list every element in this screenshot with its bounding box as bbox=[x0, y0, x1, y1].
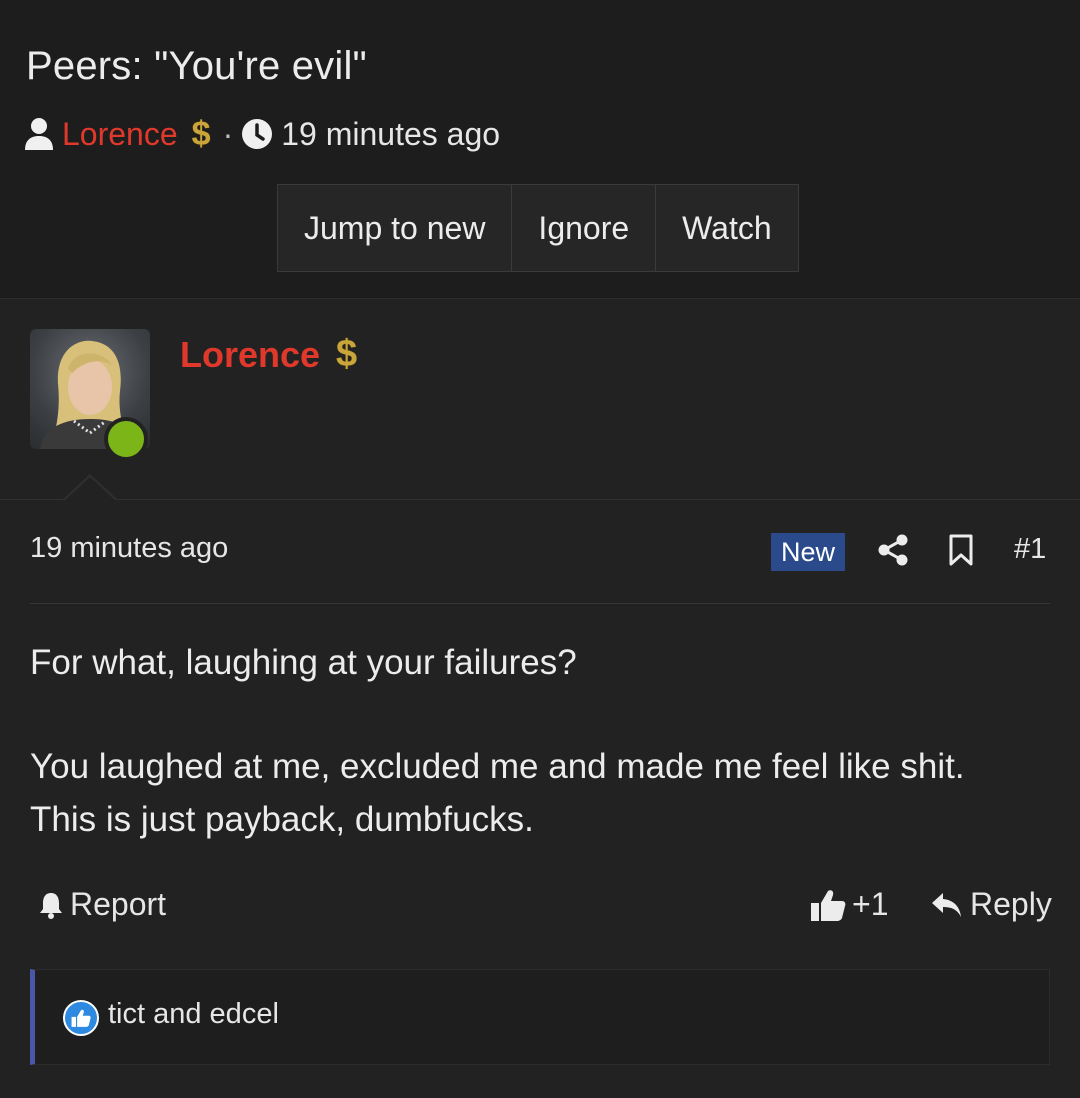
reply-icon bbox=[932, 892, 961, 917]
jump-to-new-button[interactable]: Jump to new bbox=[278, 185, 513, 271]
thread-time[interactable]: 19 minutes ago bbox=[281, 116, 500, 153]
poster-name: Lorence $ bbox=[180, 333, 357, 376]
post-paragraph: This is just payback, dumbfucks. bbox=[30, 800, 534, 839]
reactions-bar[interactable]: tict and edcel bbox=[30, 969, 1050, 1065]
poster-block: Lorence $ bbox=[0, 298, 1080, 500]
post: 19 minutes ago New #1 For what, laughing… bbox=[0, 500, 1080, 1098]
poster-name-link[interactable]: Lorence bbox=[180, 334, 320, 376]
reactors-list[interactable]: tict and edcel bbox=[108, 998, 279, 1031]
thumbs-up-icon bbox=[811, 889, 846, 921]
thread-header: Peers: "You're evil" Lorence $ · 19 minu… bbox=[0, 0, 1080, 297]
clock-icon bbox=[242, 119, 273, 149]
ignore-button[interactable]: Ignore bbox=[512, 185, 657, 271]
like-count: +1 bbox=[852, 886, 889, 922]
user-icon bbox=[25, 118, 53, 150]
reply-button[interactable]: Reply bbox=[930, 886, 1052, 923]
dollar-badge-icon: $ bbox=[336, 333, 358, 375]
watch-button[interactable]: Watch bbox=[656, 185, 798, 271]
post-body: For what, laughing at your failures? You… bbox=[30, 636, 1050, 846]
post-time[interactable]: 19 minutes ago bbox=[30, 532, 228, 565]
reply-label: Reply bbox=[970, 886, 1052, 922]
post-actions: Report +1 Reply bbox=[0, 880, 1080, 930]
thread-title: Peers: "You're evil" bbox=[26, 44, 367, 88]
post-paragraph: You laughed at me, excluded me and made … bbox=[30, 747, 965, 786]
report-label: Report bbox=[70, 886, 167, 922]
post-number-link[interactable]: #1 bbox=[1014, 533, 1046, 566]
share-icon[interactable] bbox=[878, 534, 908, 566]
report-button[interactable]: Report bbox=[38, 886, 166, 923]
new-badge: New bbox=[771, 533, 846, 571]
thread-action-buttons: Jump to new Ignore Watch bbox=[277, 184, 799, 272]
meta-separator: · bbox=[222, 115, 234, 152]
like-reaction-icon bbox=[63, 1000, 99, 1036]
dollar-badge-icon: $ bbox=[191, 114, 211, 153]
post-paragraph: For what, laughing at your failures? bbox=[30, 643, 577, 682]
post-divider bbox=[30, 603, 1050, 604]
online-status-dot bbox=[104, 417, 148, 461]
bookmark-icon[interactable] bbox=[948, 534, 974, 566]
like-button[interactable]: +1 bbox=[810, 886, 888, 923]
thread-author-link[interactable]: Lorence bbox=[62, 116, 178, 153]
post-pointer-fill bbox=[64, 477, 116, 501]
bell-icon bbox=[40, 892, 62, 919]
thread-meta: Lorence $ · 19 minutes ago bbox=[24, 112, 500, 156]
